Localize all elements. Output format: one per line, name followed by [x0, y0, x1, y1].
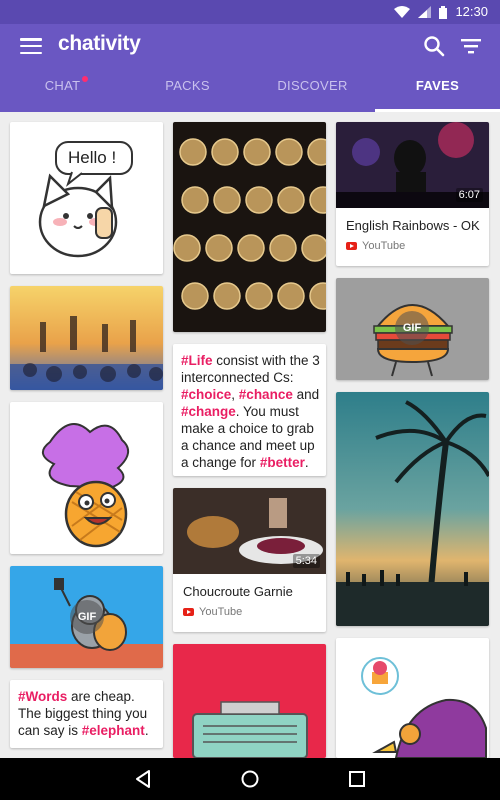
sticker-cupcake-bird[interactable] [336, 638, 489, 758]
tab-discover[interactable]: DISCOVER [250, 74, 375, 112]
video-duration: 6:07 [455, 188, 483, 202]
concert-image-card[interactable] [10, 286, 163, 390]
tab-bar: CHAT PACKS DISCOVER FAVES [0, 74, 500, 112]
source-label: YouTube [199, 606, 243, 618]
cupcake-bird-sticker-image [361, 657, 487, 758]
gif-badge: GIF [395, 311, 429, 345]
app-bar: chativity CHAT PACKS DISCOVER FAVES [0, 24, 500, 112]
video-card-english-rainbows[interactable]: 6:07 English Rainbows - OK YouTube [336, 122, 489, 266]
quote-text: #Life consist with the 3 interconnected … [181, 352, 320, 471]
filter-icon[interactable] [460, 36, 482, 56]
tab-label: DISCOVER [277, 78, 348, 93]
recents-icon[interactable] [345, 768, 369, 790]
tab-packs[interactable]: PACKS [125, 74, 250, 112]
status-bar: 12:30 [0, 0, 500, 24]
quote-fragment: . [144, 723, 149, 738]
home-icon[interactable] [238, 768, 262, 790]
hashtag[interactable]: #Life [181, 353, 213, 368]
back-icon[interactable] [131, 768, 155, 790]
app-brand: chativity [58, 32, 141, 55]
battery-icon [439, 5, 448, 19]
quote-fragment: . [304, 455, 309, 470]
status-time: 12:30 [455, 4, 488, 19]
youtube-icon [346, 242, 357, 250]
typewriter-photo [173, 122, 326, 332]
pineapple-sticker-image [42, 423, 129, 548]
tab-label: PACKS [165, 78, 210, 93]
quote-fragment: and [292, 387, 320, 402]
quote-card-life[interactable]: #Life consist with the 3 interconnected … [173, 344, 326, 476]
tab-faves[interactable]: FAVES [375, 74, 500, 112]
sticker-pineapple[interactable] [10, 402, 163, 554]
radio-photo [173, 644, 326, 758]
hashtag[interactable]: #elephant [82, 723, 145, 738]
typewriter-image-card[interactable] [173, 122, 326, 332]
video-source: YouTube [183, 606, 242, 618]
palm-sunset-image-card[interactable] [336, 392, 489, 626]
notification-dot [82, 76, 88, 82]
radio-image-card[interactable] [173, 644, 326, 758]
quote-fragment: , [231, 387, 239, 402]
tab-label: FAVES [415, 78, 460, 93]
concert-photo [10, 286, 163, 390]
video-duration: 5:34 [292, 554, 320, 568]
video-card-choucroute[interactable]: 5:34 Choucroute Garnie YouTube [173, 488, 326, 632]
menu-icon[interactable] [20, 36, 42, 56]
gif-burger[interactable]: GIF [336, 278, 489, 380]
hashtag[interactable]: #better [260, 455, 305, 470]
search-icon[interactable] [422, 34, 446, 58]
video-title: Choucroute Garnie [183, 584, 293, 599]
palm-sunset-photo [336, 392, 489, 626]
video-source: YouTube [346, 240, 405, 252]
hello-cat-sticker-image [38, 141, 133, 258]
gif-badge: GIF [70, 600, 104, 634]
quote-card-words[interactable]: #Words are cheap. The biggest thing you … [10, 680, 163, 748]
wifi-icon [394, 6, 411, 18]
gif-cat-selfie[interactable]: GIF [10, 566, 163, 668]
hashtag[interactable]: #chance [239, 387, 293, 402]
tab-label: CHAT [44, 78, 81, 93]
sticker-speech-text: Hello ! [68, 148, 117, 167]
hashtag[interactable]: #change [181, 404, 236, 419]
navigation-bar [0, 758, 500, 800]
source-label: YouTube [362, 240, 406, 252]
hashtag[interactable]: #choice [181, 387, 231, 402]
tab-chat[interactable]: CHAT [0, 74, 125, 112]
quote-text: #Words are cheap. The biggest thing you … [18, 688, 157, 739]
video-title: English Rainbows - OK [346, 218, 480, 233]
hashtag[interactable]: #Words [18, 689, 67, 704]
youtube-icon [183, 608, 194, 616]
signal-icon [418, 6, 432, 18]
sticker-hello-cat[interactable]: Hello ! [10, 122, 163, 274]
